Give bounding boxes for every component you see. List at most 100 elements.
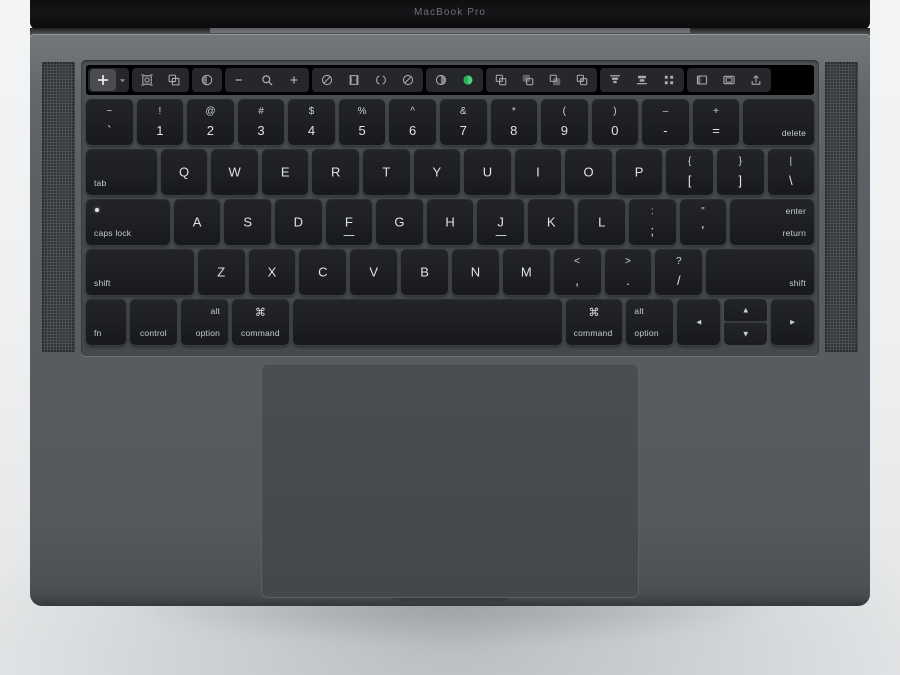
toggle-right-panel-button[interactable] — [716, 69, 742, 91]
key-o[interactable]: O — [565, 149, 612, 195]
key-g[interactable]: G — [376, 199, 423, 245]
align-bottom-button[interactable] — [629, 69, 655, 91]
bevel-button[interactable] — [314, 69, 340, 91]
key-arrow-left[interactable]: ◄ — [677, 299, 721, 345]
key-bracket-right[interactable]: }] — [716, 149, 764, 195]
key-n[interactable]: N — [451, 249, 499, 295]
plus-icon — [96, 73, 110, 87]
zoom-in-button[interactable] — [281, 69, 307, 91]
boolean-exclude-button[interactable] — [569, 69, 595, 91]
key-option-left[interactable]: alt option — [180, 299, 229, 345]
key-legend-lower: return — [782, 228, 807, 238]
key-7[interactable]: & 7 — [439, 99, 487, 145]
key-shift-right[interactable]: shift — [706, 249, 814, 295]
key-quote[interactable]: " ' — [679, 199, 727, 245]
distribute-button[interactable] — [656, 69, 682, 91]
key-0[interactable]: ) 0 — [591, 99, 639, 145]
key-c[interactable]: C — [299, 249, 347, 295]
zoom-magnifier-button[interactable] — [254, 69, 280, 91]
key-backslash[interactable]: | \ — [767, 149, 815, 195]
key-h[interactable]: H — [426, 199, 474, 245]
key-slash[interactable]: ? / — [655, 249, 703, 295]
key-8[interactable]: * 8 — [490, 99, 538, 145]
key-9[interactable]: (9 — [541, 99, 588, 145]
key-i[interactable]: I — [514, 149, 562, 195]
boolean-union-button[interactable] — [488, 69, 514, 91]
key-arrow-down[interactable]: ▼ — [724, 323, 768, 345]
material-active-button[interactable] — [455, 69, 481, 91]
boolean-subtract-button[interactable] — [515, 69, 541, 91]
key-caps-lock[interactable]: caps lock — [86, 199, 170, 245]
key-control[interactable]: control — [129, 299, 177, 345]
material-preview-button[interactable] — [428, 69, 454, 91]
zoom-out-button[interactable] — [227, 69, 253, 91]
key-1[interactable]: ! 1 — [136, 99, 184, 145]
key-b[interactable]: B — [401, 249, 448, 295]
key-u[interactable]: U — [464, 149, 511, 195]
key-m[interactable]: M — [502, 249, 550, 295]
key-arrow-updown[interactable]: ▲ ▼ — [724, 299, 768, 345]
share-button[interactable] — [743, 69, 769, 91]
key-a[interactable]: A — [173, 199, 221, 245]
select-frame-button[interactable] — [134, 69, 160, 91]
key-q[interactable]: Q — [160, 149, 208, 195]
key-arrow-right[interactable]: ► — [771, 299, 815, 345]
key-e[interactable]: E — [261, 149, 309, 195]
deform-button[interactable] — [341, 69, 367, 91]
key-2[interactable]: @2 — [187, 99, 234, 145]
select-object-button[interactable] — [161, 69, 187, 91]
key-j[interactable]: J — [477, 199, 524, 245]
key-backtick[interactable]: ~ ` — [86, 99, 133, 145]
key-period[interactable]: >. — [604, 249, 652, 295]
key-4[interactable]: $4 — [288, 99, 335, 145]
key-command-right[interactable]: ⌘ command — [565, 299, 623, 345]
trackpad[interactable] — [261, 364, 639, 598]
key-comma[interactable]: <, — [553, 249, 601, 295]
key-space[interactable] — [292, 299, 562, 345]
key-legend-upper: ! — [158, 106, 162, 117]
rotate-button[interactable] — [368, 69, 394, 91]
key-legend-lower: option — [195, 328, 221, 338]
key-y[interactable]: Y — [413, 149, 461, 195]
key-legend-upper: – — [662, 106, 669, 117]
key-p[interactable]: P — [615, 149, 663, 195]
key-l[interactable]: L — [578, 199, 626, 245]
shading-button[interactable] — [194, 69, 220, 91]
key-d[interactable]: D — [274, 199, 322, 245]
key-option-right[interactable]: alt option — [626, 299, 674, 345]
key-delete[interactable]: delete — [743, 99, 815, 145]
key-minus[interactable]: – - — [642, 99, 689, 145]
key-v[interactable]: V — [350, 249, 398, 295]
key-x[interactable]: X — [248, 249, 296, 295]
key-w[interactable]: W — [211, 149, 258, 195]
touch-bar[interactable] — [86, 65, 814, 95]
key-legend-upper: { — [688, 156, 692, 167]
key-command-left[interactable]: ⌘ command — [232, 299, 289, 345]
key-fn[interactable]: fn — [86, 299, 126, 345]
caps-lock-indicator-icon — [95, 208, 99, 212]
key-3[interactable]: #3 — [237, 99, 285, 145]
key-5[interactable]: % 5 — [338, 99, 386, 145]
toggle-left-panel-button[interactable] — [689, 69, 715, 91]
boolean-intersect-button[interactable] — [542, 69, 568, 91]
key-legend-upper: ( — [562, 106, 567, 117]
key-bracket-left[interactable]: {[ — [666, 149, 713, 195]
key-shift-left[interactable]: shift — [86, 249, 194, 295]
key-t[interactable]: T — [363, 149, 410, 195]
key-semicolon[interactable]: :; — [629, 199, 676, 245]
add-button[interactable] — [90, 69, 116, 91]
key-z[interactable]: Z — [197, 249, 245, 295]
key-tab[interactable]: tab — [86, 149, 157, 195]
add-dropdown-caret[interactable] — [117, 69, 127, 91]
key-s[interactable]: S — [224, 199, 271, 245]
key-legend-lower: , — [575, 273, 579, 288]
key-arrow-up[interactable]: ▲ — [724, 299, 768, 321]
key-f[interactable]: F — [325, 199, 373, 245]
smooth-button[interactable] — [395, 69, 421, 91]
key-equals[interactable]: + = — [692, 99, 740, 145]
key-r[interactable]: R — [312, 149, 360, 195]
align-top-button[interactable] — [602, 69, 628, 91]
key-return[interactable]: enter return — [730, 199, 815, 245]
key-k[interactable]: K — [527, 199, 575, 245]
key-6[interactable]: ^ 6 — [389, 99, 436, 145]
